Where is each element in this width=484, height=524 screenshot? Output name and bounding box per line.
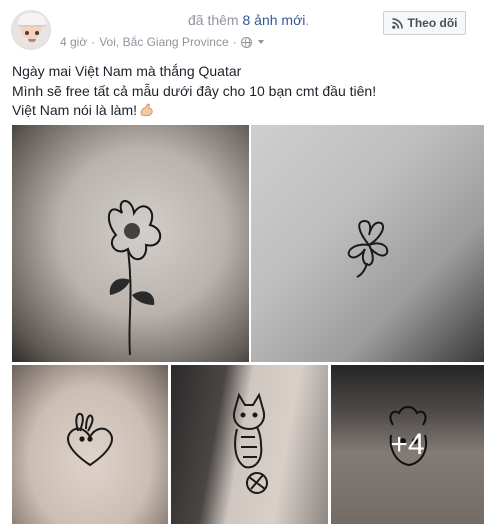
- photo-flower-tattoo[interactable]: [12, 125, 249, 362]
- avatar-eye-right: [35, 31, 39, 35]
- photo-cat-yarn-tattoo[interactable]: [171, 365, 328, 524]
- headline-prefix: đã thêm: [188, 12, 239, 28]
- post-text-line: Mình sẽ free tất cả mẫu dưới đây cho 10 …: [12, 82, 377, 99]
- photo-clover-tattoo[interactable]: [251, 125, 484, 362]
- follow-button[interactable]: Theo dõi: [383, 11, 466, 35]
- globe-icon[interactable]: [240, 36, 252, 48]
- post-header: đã thêm 8 ảnh mới. 4 giờ · Voi, Bắc Gian…: [0, 0, 484, 58]
- post-headline: đã thêm 8 ảnh mới.: [188, 12, 309, 28]
- avatar-mouth: [28, 39, 36, 42]
- avatar-eye-left: [25, 31, 29, 35]
- follow-label: Theo dõi: [407, 16, 458, 30]
- photo-more-tattoos[interactable]: +4: [331, 365, 484, 524]
- photo-count-link[interactable]: 8 ảnh mới: [242, 12, 305, 28]
- profile-avatar[interactable]: [11, 10, 51, 50]
- meta-separator: ·: [91, 35, 96, 49]
- post-meta: 4 giờ · Voi, Bắc Giang Province ·: [60, 35, 264, 49]
- headline-suffix: .: [305, 12, 310, 28]
- post-text-line: Ngày mai Việt Nam mà thắng Quatar: [12, 63, 242, 79]
- post-timestamp[interactable]: 4 giờ: [60, 35, 87, 49]
- avatar-hat: [18, 13, 46, 27]
- post-location[interactable]: Voi, Bắc Giang Province: [99, 35, 228, 49]
- post-text: Ngày mai Việt Nam mà thắng Quatar Mình s…: [12, 62, 472, 121]
- post-text-line-last: Việt Nam nói là làm!: [12, 101, 472, 121]
- rss-icon: [391, 17, 403, 29]
- chevron-down-icon[interactable]: [257, 40, 264, 44]
- more-photos-overlay[interactable]: +4: [331, 365, 484, 524]
- flexed-biceps-icon: [139, 102, 154, 117]
- more-photos-count: +4: [390, 427, 425, 461]
- post-text-line: Việt Nam nói là làm!: [12, 102, 138, 118]
- photo-rabbit-heart-tattoo[interactable]: [12, 365, 168, 524]
- meta-separator: ·: [232, 35, 237, 49]
